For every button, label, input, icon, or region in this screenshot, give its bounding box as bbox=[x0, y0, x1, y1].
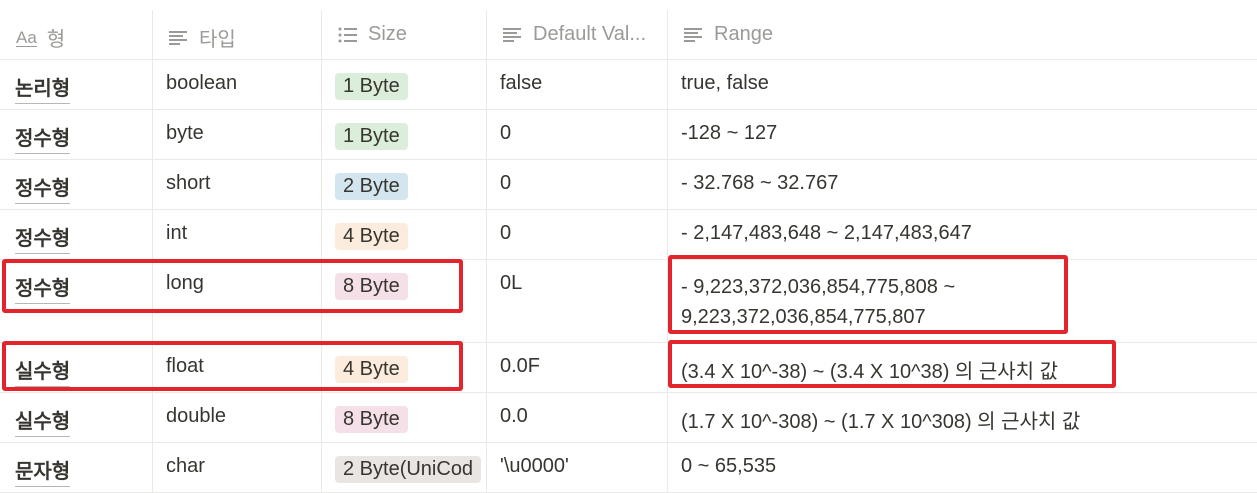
default-cell: 0 bbox=[500, 172, 512, 194]
default-cell: 0.0 bbox=[500, 405, 528, 427]
kind-cell[interactable]: 정수형 bbox=[15, 122, 71, 154]
size-tag: 2 Byte bbox=[335, 173, 408, 200]
range-cell: 0 ~ 65,535 bbox=[681, 455, 777, 477]
range-cell: true, false bbox=[681, 72, 769, 94]
table-header: Aa 형 타입 Size Default Val... Range bbox=[0, 10, 1257, 60]
kind-cell[interactable]: 논리형 bbox=[15, 72, 71, 104]
data-types-table: Aa 형 타입 Size Default Val... Range 논리형 boo… bbox=[0, 10, 1257, 493]
type-cell: boolean bbox=[166, 72, 238, 94]
size-tag: 1 Byte bbox=[335, 73, 408, 100]
header-cell-range[interactable]: Range bbox=[668, 10, 1257, 59]
kind-cell[interactable]: 정수형 bbox=[15, 222, 71, 254]
kind-cell[interactable]: 정수형 bbox=[15, 172, 71, 204]
range-cell: -128 ~ 127 bbox=[681, 122, 778, 144]
size-tag: 8 Byte bbox=[335, 406, 408, 433]
type-cell: char bbox=[166, 455, 205, 477]
default-cell: 0 bbox=[500, 122, 512, 144]
default-cell: 0 bbox=[500, 222, 512, 244]
table-row[interactable]: 정수형 short 2 Byte 0 - 32.768 ~ 32.767 bbox=[0, 160, 1257, 210]
list-property-icon bbox=[338, 27, 357, 42]
table-row[interactable]: 실수형 double 8 Byte 0.0 (1.7 X 10^-308) ~ … bbox=[0, 393, 1257, 443]
highlight-long-row bbox=[2, 259, 463, 313]
range-cell: - 2,147,483,648 ~ 2,147,483,647 bbox=[681, 222, 972, 244]
title-property-icon: Aa bbox=[16, 27, 37, 47]
size-tag: 1 Byte bbox=[335, 123, 408, 150]
type-cell: byte bbox=[166, 122, 204, 144]
header-cell-size[interactable]: Size bbox=[322, 10, 487, 59]
header-label: 형 bbox=[46, 29, 66, 51]
highlight-long-range bbox=[668, 255, 1068, 334]
header-cell-kind[interactable]: Aa 형 bbox=[0, 10, 153, 59]
default-cell: '\u0000' bbox=[500, 455, 569, 477]
kind-cell[interactable]: 문자형 bbox=[15, 455, 71, 487]
header-label: Range bbox=[714, 23, 773, 45]
highlight-float-range bbox=[668, 340, 1116, 388]
table-row[interactable]: 문자형 char 2 Byte(UniCod '\u0000' 0 ~ 65,5… bbox=[0, 443, 1257, 493]
range-cell: (1.7 X 10^-308) ~ (1.7 X 10^308) 의 근사치 값 bbox=[681, 411, 1081, 433]
header-label: 타입 bbox=[199, 29, 236, 51]
type-cell: int bbox=[166, 222, 188, 244]
table-row[interactable]: 정수형 int 4 Byte 0 - 2,147,483,648 ~ 2,147… bbox=[0, 210, 1257, 260]
table-row[interactable]: 정수형 byte 1 Byte 0 -128 ~ 127 bbox=[0, 110, 1257, 160]
type-cell: double bbox=[166, 405, 227, 427]
text-property-icon bbox=[169, 30, 187, 45]
table-row[interactable]: 논리형 boolean 1 Byte false true, false bbox=[0, 60, 1257, 110]
text-property-icon bbox=[684, 27, 702, 42]
header-label: Default Val... bbox=[533, 23, 647, 45]
header-cell-type[interactable]: 타입 bbox=[153, 10, 322, 59]
type-cell: short bbox=[166, 172, 211, 194]
size-tag: 2 Byte(UniCod bbox=[335, 456, 482, 483]
highlight-float-row bbox=[2, 341, 463, 391]
default-cell: 0.0F bbox=[500, 355, 541, 377]
default-cell: 0L bbox=[500, 272, 523, 294]
header-cell-default[interactable]: Default Val... bbox=[487, 10, 668, 59]
header-label: Size bbox=[368, 23, 407, 45]
size-tag: 4 Byte bbox=[335, 223, 408, 250]
text-property-icon bbox=[503, 27, 521, 42]
default-cell: false bbox=[500, 72, 543, 94]
kind-cell[interactable]: 실수형 bbox=[15, 405, 71, 437]
range-cell: - 32.768 ~ 32.767 bbox=[681, 172, 839, 194]
